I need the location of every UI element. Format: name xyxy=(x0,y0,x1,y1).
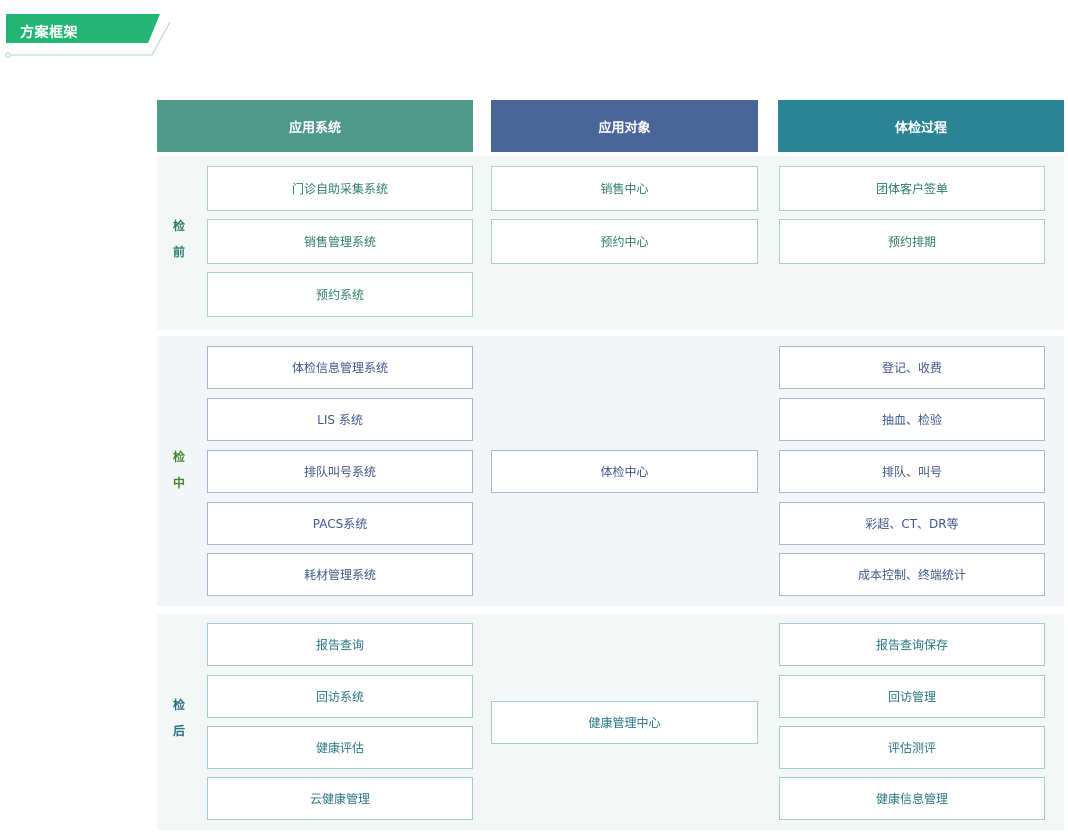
header-application-systems: 应用系统 xyxy=(157,100,473,152)
pre-system-box: 门诊自助采集系统 xyxy=(207,166,473,211)
stage-label-pre: 检 前 xyxy=(172,213,186,265)
post-system-box: 健康评估 xyxy=(207,726,473,769)
stage-char: 检 xyxy=(172,698,185,712)
mid-system-box: LIS 系统 xyxy=(207,398,473,441)
post-system-box: 报告查询 xyxy=(207,623,473,666)
mid-system-box: 排队叫号系统 xyxy=(207,450,473,493)
stage-char: 中 xyxy=(172,476,185,490)
section-title: 方案框架 xyxy=(20,25,78,41)
mid-process-box: 彩超、CT、DR等 xyxy=(779,502,1045,545)
mid-system-box: 体检信息管理系统 xyxy=(207,346,473,389)
mid-system-box: 耗材管理系统 xyxy=(207,553,473,596)
post-object-box: 健康管理中心 xyxy=(491,701,758,744)
post-system-box: 云健康管理 xyxy=(207,777,473,820)
pre-object-box: 销售中心 xyxy=(491,166,758,211)
header-exam-process: 体检过程 xyxy=(778,100,1064,152)
stage-char: 后 xyxy=(172,724,185,738)
section-title-banner: 方案框架 xyxy=(0,14,180,64)
pre-process-box: 预约排期 xyxy=(779,219,1045,264)
stage-char: 前 xyxy=(172,245,185,259)
header-application-objects: 应用对象 xyxy=(491,100,758,152)
post-process-box: 报告查询保存 xyxy=(779,623,1045,666)
stage-label-post: 检 后 xyxy=(172,692,186,744)
mid-system-box: PACS系统 xyxy=(207,502,473,545)
stage-label-mid: 检 中 xyxy=(172,444,186,496)
pre-object-box: 预约中心 xyxy=(491,219,758,264)
mid-process-box: 排队、叫号 xyxy=(779,450,1045,493)
post-system-box: 回访系统 xyxy=(207,675,473,718)
stage-char: 检 xyxy=(172,450,185,464)
post-process-box: 健康信息管理 xyxy=(779,777,1045,820)
pre-system-box: 销售管理系统 xyxy=(207,219,473,264)
post-process-box: 评估测评 xyxy=(779,726,1045,769)
post-process-box: 回访管理 xyxy=(779,675,1045,718)
mid-process-box: 成本控制、终端统计 xyxy=(779,553,1045,596)
stage-char: 检 xyxy=(172,219,185,233)
pre-system-box: 预约系统 xyxy=(207,272,473,317)
mid-object-box: 体检中心 xyxy=(491,450,758,493)
mid-process-box: 登记、收费 xyxy=(779,346,1045,389)
pre-process-box: 团体客户签单 xyxy=(779,166,1045,211)
mid-process-box: 抽血、检验 xyxy=(779,398,1045,441)
